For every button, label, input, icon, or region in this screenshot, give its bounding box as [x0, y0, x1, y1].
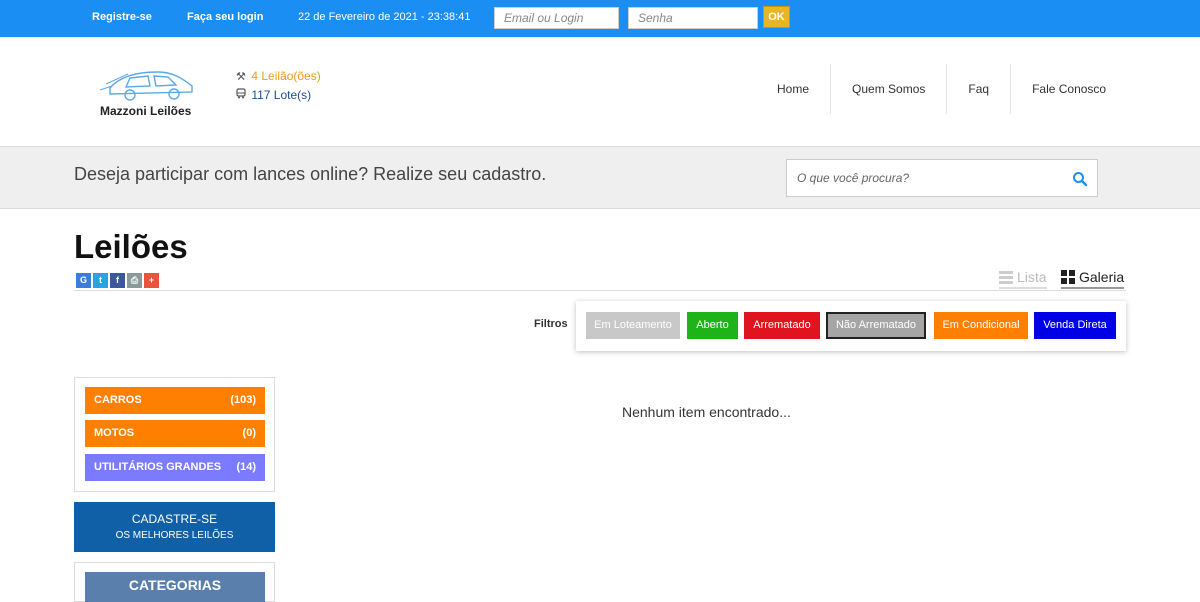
title-divider: [74, 290, 1126, 291]
categories-panel: CATEGORIAS: [74, 562, 275, 602]
category-motos[interactable]: MOTOS (0): [85, 420, 265, 447]
current-datetime: 22 de Fevereiro de 2021 - 23:38:41: [298, 11, 471, 23]
lots-count[interactable]: 117 Lote(s): [236, 88, 311, 102]
logo-text: Mazzoni Leilões: [100, 104, 192, 118]
view-list-label: Lista: [1017, 269, 1047, 285]
category-name: UTILITÁRIOS GRANDES: [94, 461, 222, 473]
page-title: Leilões: [74, 228, 188, 265]
password-input[interactable]: [628, 7, 758, 29]
filter-arrematado[interactable]: Arrematado: [744, 312, 820, 339]
signup-banner: Deseja participar com lances online? Rea…: [0, 146, 1200, 209]
nav-home[interactable]: Home: [756, 64, 830, 114]
register-cta-line1: CADASTRE-SE: [131, 512, 218, 526]
facebook-icon[interactable]: f: [110, 273, 125, 288]
plus-icon[interactable]: +: [144, 273, 159, 288]
banner-message: Deseja participar com lances online? Rea…: [74, 164, 547, 184]
filter-aberto[interactable]: Aberto: [687, 312, 738, 339]
filter-em-loteamento[interactable]: Em Loteamento: [586, 312, 680, 339]
category-name: MOTOS: [94, 427, 135, 439]
main-nav: Home Quem Somos Faq Fale Conosco: [756, 64, 1127, 114]
google-icon[interactable]: G: [76, 273, 91, 288]
category-carros[interactable]: CARROS (103): [85, 387, 265, 414]
email-input[interactable]: [494, 7, 619, 29]
auctions-count[interactable]: ⚒ 4 Leilão(ões): [236, 69, 321, 83]
category-name: CARROS: [94, 394, 142, 406]
view-gallery-toggle[interactable]: Galeria: [1061, 269, 1125, 289]
view-gallery-label: Galeria: [1079, 269, 1125, 285]
filters-panel: Em Loteamento Aberto Arrematado Não Arre…: [576, 301, 1126, 351]
nav-fale-conosco[interactable]: Fale Conosco: [1010, 64, 1127, 114]
filter-em-condicional[interactable]: Em Condicional: [934, 312, 1028, 339]
print-icon[interactable]: ⎙: [127, 273, 142, 288]
search-icon[interactable]: [1072, 171, 1088, 187]
list-icon: [999, 270, 1013, 284]
share-icons: G t f ⎙ +: [76, 273, 159, 288]
categories-header: CATEGORIAS: [85, 572, 265, 602]
register-cta-line2: OS MELHORES LEILÕES: [115, 530, 234, 541]
register-link[interactable]: Registre-se: [92, 11, 152, 23]
category-count: (103): [230, 394, 256, 406]
category-list: CARROS (103) MOTOS (0) UTILITÁRIOS GRAND…: [74, 377, 275, 492]
filters-label: Filtros: [534, 318, 568, 330]
login-link[interactable]: Faça seu login: [187, 11, 263, 23]
category-count: (0): [242, 427, 256, 439]
bus-icon: [236, 88, 248, 102]
twitter-icon[interactable]: t: [93, 273, 108, 288]
search-input[interactable]: [787, 160, 1057, 196]
empty-message: Nenhum item encontrado...: [622, 404, 791, 420]
filter-venda-direta[interactable]: Venda Direta: [1034, 312, 1116, 339]
login-submit-button[interactable]: OK: [763, 6, 790, 28]
lots-count-label: 117 Lote(s): [251, 88, 312, 102]
category-count: (14): [236, 461, 256, 473]
auctions-count-label: 4 Leilão(ões): [251, 69, 321, 83]
grid-icon: [1061, 270, 1075, 284]
register-cta-button[interactable]: CADASTRE-SE OS MELHORES LEILÕES: [74, 502, 275, 552]
nav-quem-somos[interactable]: Quem Somos: [830, 64, 946, 114]
nav-faq[interactable]: Faq: [946, 64, 1010, 114]
category-utilitarios-grandes[interactable]: UTILITÁRIOS GRANDES (14): [85, 454, 265, 481]
gavel-icon: ⚒: [236, 71, 246, 83]
search-box: [786, 159, 1098, 197]
filter-nao-arrematado[interactable]: Não Arrematado: [826, 312, 926, 339]
view-list-toggle[interactable]: Lista: [999, 269, 1047, 289]
top-bar: Registre-se Faça seu login 22 de Feverei…: [0, 0, 1200, 37]
